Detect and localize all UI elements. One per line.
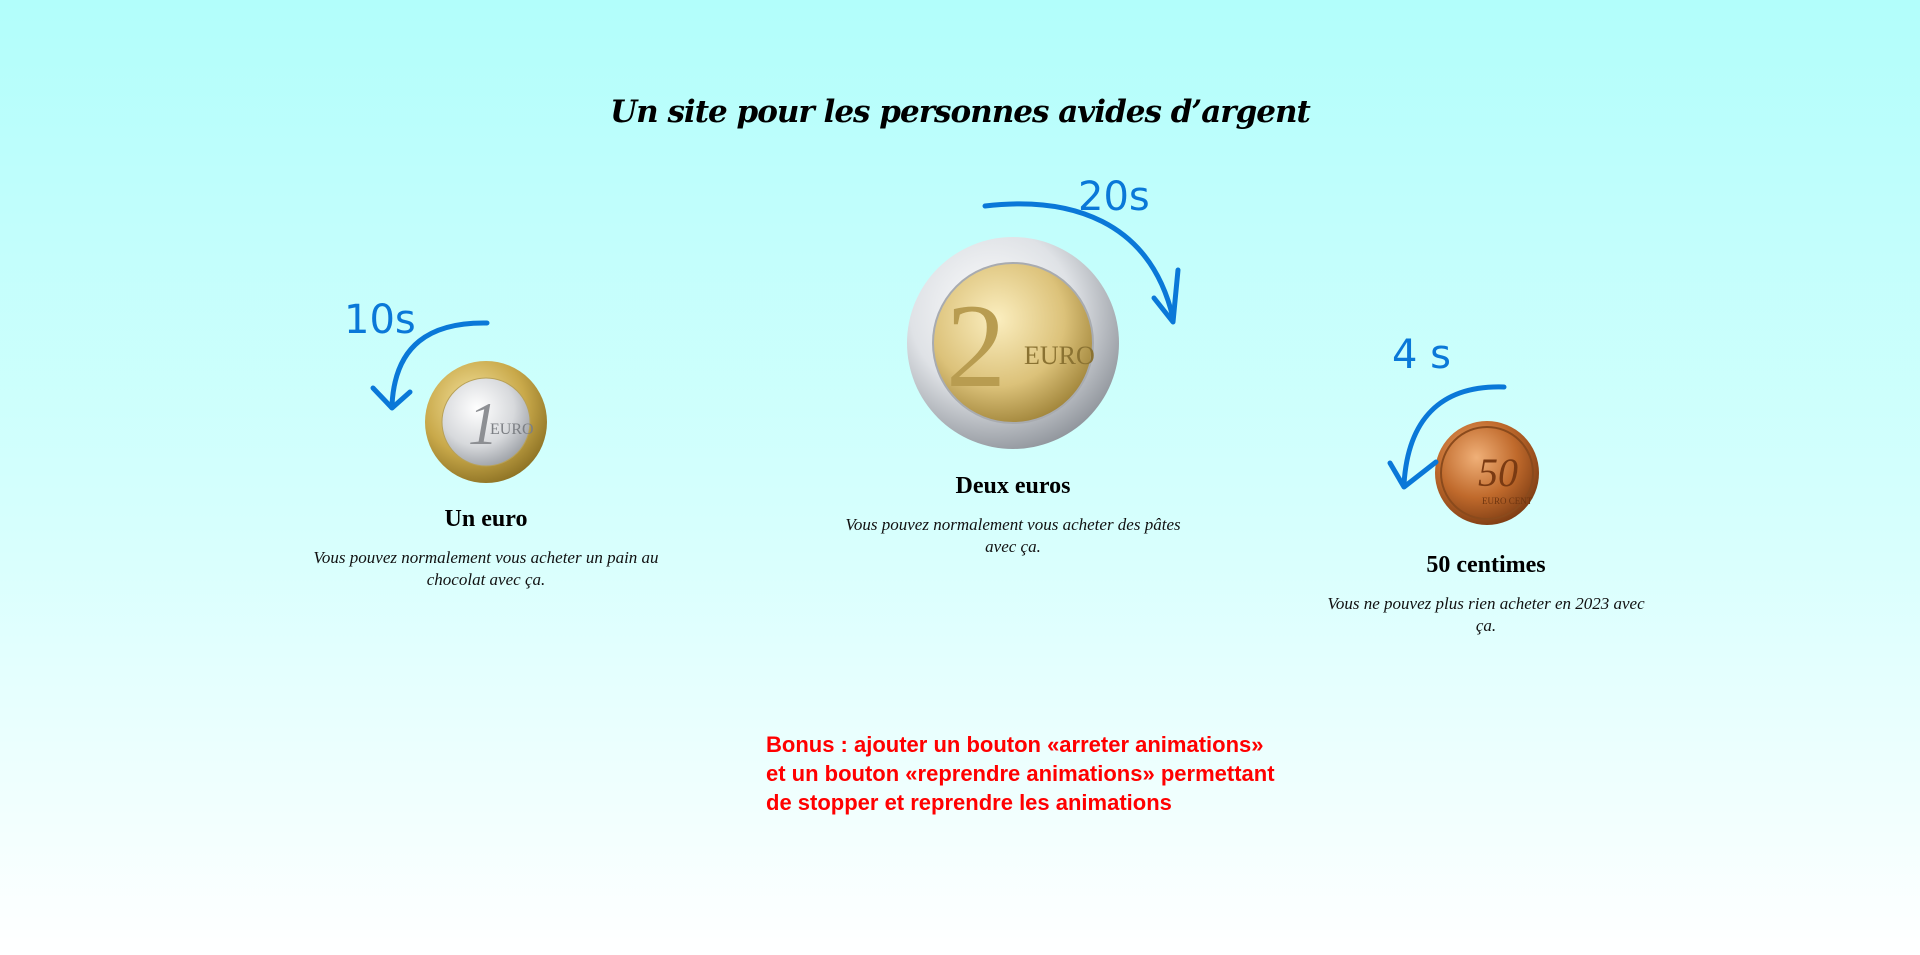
two-euro-coin-icon: 2 EURO — [907, 237, 1119, 449]
coin-title: 50 centimes — [1426, 552, 1546, 578]
rotation-arrow-icon — [1151, 267, 1181, 325]
svg-text:EURO: EURO — [490, 421, 534, 438]
coin-title: Deux euros — [955, 473, 1071, 499]
annotation-text: 4 s — [1392, 332, 1451, 378]
svg-text:50: 50 — [1478, 450, 1518, 495]
coin-description: Vous pouvez normalement vous acheter des… — [845, 515, 1181, 556]
rotation-arrow-icon — [370, 385, 413, 411]
annotation-text: 10s — [344, 297, 416, 343]
bonus-line: de stopper et reprendre les animations — [766, 790, 1172, 815]
svg-text:2: 2 — [946, 279, 1006, 412]
card-deux-euros: Deux euros Vous pouvez normalement vous … — [833, 473, 1193, 558]
one-euro-coin-icon: 1 EURO — [425, 361, 547, 483]
bonus-line: et un bouton «reprendre animations» perm… — [766, 761, 1275, 786]
page-title: Un site pour les personnes avides d’arge… — [610, 94, 1311, 130]
bonus-instructions: Bonus : ajouter un bouton «arreter anima… — [766, 730, 1275, 817]
coin-description: Vous ne pouvez plus rien acheter en 2023… — [1327, 594, 1645, 635]
bonus-line: Bonus : ajouter un bouton «arreter anima… — [766, 732, 1264, 757]
card-50-centimes: 50 centimes Vous ne pouvez plus rien ach… — [1326, 552, 1646, 637]
svg-text:EURO CENT: EURO CENT — [1482, 496, 1533, 506]
coin-description: Vous pouvez normalement vous acheter un … — [313, 548, 659, 589]
rotation-arrow-icon — [1387, 459, 1439, 490]
fifty-cent-coin-icon: 50 EURO CENT — [1435, 421, 1539, 525]
annotation-text: 20s — [1078, 174, 1150, 220]
card-un-euro: Un euro Vous pouvez normalement vous ach… — [286, 506, 686, 591]
coin-title: Un euro — [444, 506, 528, 532]
svg-text:EURO: EURO — [1024, 341, 1095, 370]
